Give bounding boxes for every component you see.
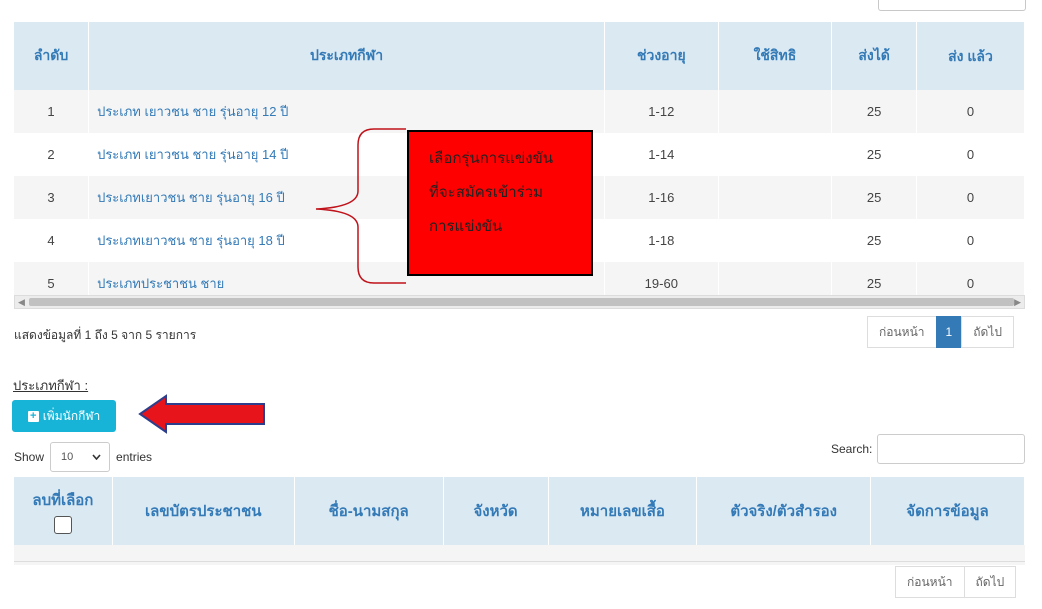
- col-fullname[interactable]: ชื่อ-นามสกุล: [294, 477, 444, 545]
- top-length-select[interactable]: [878, 0, 1026, 11]
- col-right[interactable]: ใช้สิทธิ: [718, 22, 833, 90]
- show-label: Show: [14, 450, 45, 464]
- row-quota: 25: [831, 219, 917, 262]
- col-order[interactable]: ลำดับ: [14, 22, 90, 90]
- entries-label: entries: [116, 450, 153, 464]
- entries-select[interactable]: 10: [50, 442, 111, 472]
- row-age: 1-14: [604, 133, 719, 176]
- plus-square-icon: +: [27, 410, 39, 422]
- col-quota[interactable]: ส่งได้: [831, 22, 917, 90]
- row-right: [718, 219, 833, 262]
- col-shirt-number[interactable]: หมายเลขเสื้อ: [548, 477, 698, 545]
- next-page-button[interactable]: ถัดไป: [961, 316, 1014, 348]
- athletes-table: ลบที่เลือก เลขบัตรประชาชน ชื่อ-นามสกุล จ…: [14, 477, 1025, 565]
- sport-link[interactable]: ประเภทประชาชน ชาย: [97, 276, 224, 291]
- annotation-line: การแข่งขัน: [429, 218, 503, 235]
- row-quota: 25: [831, 176, 917, 219]
- sport-link[interactable]: ประเภทเยาวชน ชาย รุ่นอายุ 18 ปี: [97, 233, 285, 248]
- sport-link[interactable]: ประเภท เยาวชน ชาย รุ่นอายุ 14 ปี: [97, 147, 288, 162]
- add-athlete-button[interactable]: + เพิ่มนักกีฬา: [12, 400, 116, 432]
- annotation-callout: เลือกรุ่นการแข่งขัน ที่จะสมัครเข้าร่วม ก…: [407, 130, 593, 276]
- row-sent: 0: [916, 133, 1026, 176]
- row-sent: 0: [916, 219, 1026, 262]
- brace-annotation: [315, 128, 406, 284]
- col-age-range[interactable]: ช่วงอายุ: [604, 22, 719, 90]
- scroll-left-icon[interactable]: ◀: [18, 296, 25, 308]
- annotation-line: เลือกรุ่นการแข่งขัน: [429, 150, 554, 167]
- horizontal-scrollbar[interactable]: ◀ ▶: [14, 295, 1025, 309]
- select-all-checkbox[interactable]: [53, 516, 72, 534]
- row-right: [718, 133, 833, 176]
- row-quota: 25: [831, 90, 917, 133]
- search-label: Search:: [831, 442, 873, 456]
- table-info: แสดงข้อมูลที่ 1 ถึง 5 จาก 5 รายการ: [14, 328, 197, 342]
- pagination-bottom: ก่อนหน้า ถัดไป: [895, 566, 1017, 598]
- col-province[interactable]: จังหวัด: [443, 477, 549, 545]
- sport-link[interactable]: ประเภท เยาวชน ชาย รุ่นอายุ 12 ปี: [97, 104, 288, 119]
- scrollbar-thumb[interactable]: [29, 298, 1014, 306]
- row-order: 4: [14, 219, 90, 262]
- scroll-right-icon[interactable]: ▶: [1014, 296, 1021, 308]
- row-quota: 25: [831, 133, 917, 176]
- chevron-down-icon: [92, 451, 101, 463]
- table-divider: [14, 561, 1025, 562]
- table-row: 1 ประเภท เยาวชน ชาย รุ่นอายุ 12 ปี 1-12 …: [14, 90, 1026, 133]
- arrow-annotation: [138, 394, 265, 434]
- row-age: 1-12: [604, 90, 719, 133]
- prev-page-button[interactable]: ก่อนหน้า: [895, 566, 965, 598]
- search-input[interactable]: [877, 434, 1025, 464]
- row-order: 3: [14, 176, 90, 219]
- row-right: [718, 90, 833, 133]
- annotation-line: ที่จะสมัครเข้าร่วม: [429, 184, 544, 201]
- col-id-card[interactable]: เลขบัตรประชาชน: [112, 477, 295, 545]
- empty-row: [14, 545, 1025, 565]
- next-page-button[interactable]: ถัดไป: [963, 566, 1017, 598]
- section-label: ประเภทกีฬา :: [13, 378, 89, 393]
- col-player-status[interactable]: ตัวจริง/ตัวสำรอง: [696, 477, 872, 545]
- row-age: 1-18: [604, 219, 719, 262]
- row-sent: 0: [916, 90, 1026, 133]
- row-right: [718, 176, 833, 219]
- row-order: 2: [14, 133, 90, 176]
- col-sent[interactable]: ส่ง แล้ว: [916, 22, 1026, 90]
- prev-page-button[interactable]: ก่อนหน้า: [867, 316, 937, 348]
- page-1-button[interactable]: 1: [935, 316, 963, 348]
- sport-link[interactable]: ประเภทเยาวชน ชาย รุ่นอายุ 16 ปี: [97, 190, 285, 205]
- row-age: 1-16: [604, 176, 719, 219]
- add-athlete-label: เพิ่มนักกีฬา: [42, 408, 101, 423]
- length-control: Show 10 entries: [14, 442, 152, 472]
- col-delete-selected[interactable]: ลบที่เลือก: [14, 477, 113, 545]
- row-sent: 0: [916, 176, 1026, 219]
- pagination-top: ก่อนหน้า 1 ถัดไป: [867, 316, 1014, 348]
- col-sport-type[interactable]: ประเภทกีฬา: [88, 22, 606, 90]
- entries-value: 10: [61, 451, 74, 463]
- col-manage[interactable]: จัดการข้อมูล: [870, 477, 1025, 545]
- row-order: 1: [14, 90, 90, 133]
- col-delete-label: ลบที่เลือก: [32, 492, 94, 509]
